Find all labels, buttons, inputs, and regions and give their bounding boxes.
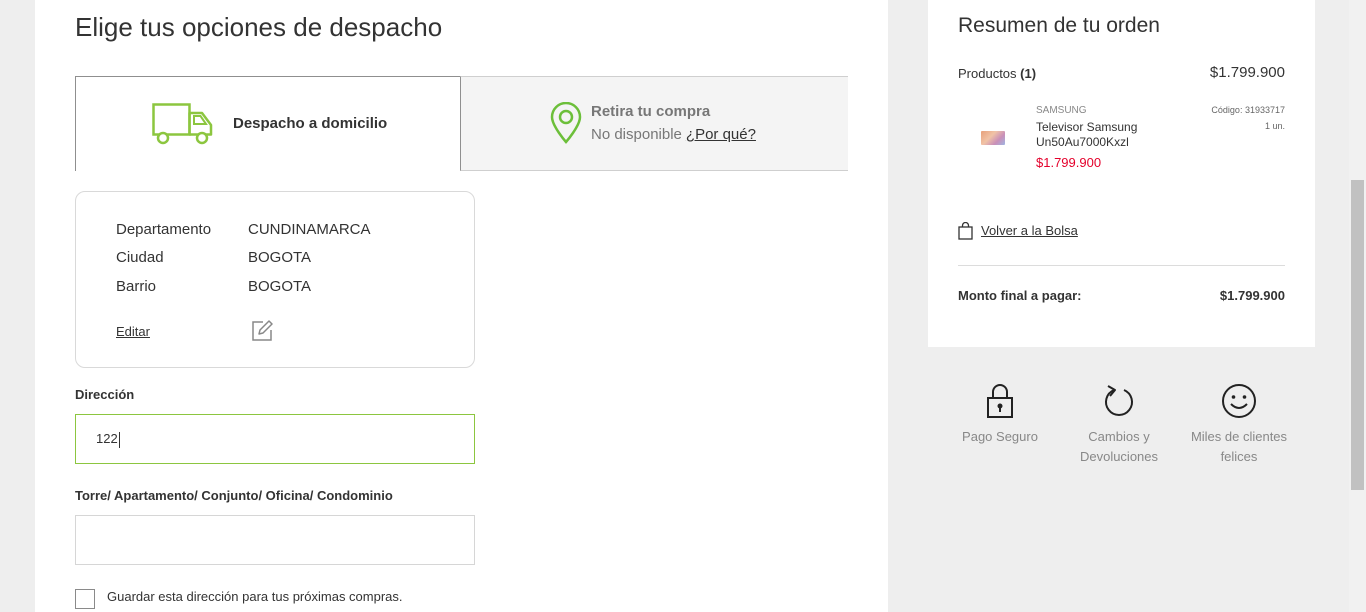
address-value: 122 xyxy=(96,431,118,446)
scrollbar-thumb[interactable] xyxy=(1351,180,1364,490)
final-amount-value: $1.799.900 xyxy=(1219,288,1285,303)
address-label: Dirección xyxy=(75,387,135,402)
summary-divider xyxy=(958,265,1285,266)
tower-input[interactable] xyxy=(75,515,475,565)
address-input[interactable]: 122 xyxy=(75,414,475,464)
edit-icon[interactable] xyxy=(251,320,273,347)
tab-home-delivery[interactable]: Despacho a domicilio xyxy=(75,76,461,171)
tab-pickup-label: Retira tu compra xyxy=(591,103,711,120)
location-key: Departamento xyxy=(116,221,212,238)
padlock-icon xyxy=(940,383,1060,419)
tab-home-label: Despacho a domicilio xyxy=(233,115,388,132)
benefit-label: Pago Seguro xyxy=(962,429,1038,444)
product-quantity: 1 un. xyxy=(1264,121,1285,131)
back-to-bag-link[interactable]: Volver a la Bolsa xyxy=(981,223,1078,238)
pickup-status: No disponible ¿Por qué? xyxy=(591,126,756,143)
tab-store-pickup[interactable]: Retira tu compra No disponible ¿Por qué? xyxy=(460,76,848,171)
map-pin-icon xyxy=(550,101,582,149)
benefit-label: Cambios y Devoluciones xyxy=(1079,429,1159,464)
benefit-secure-payment: Pago Seguro xyxy=(940,383,1060,447)
why-link[interactable]: ¿Por qué? xyxy=(686,126,756,143)
product-code: Código: 31933717 xyxy=(1211,105,1285,115)
product-price: $1.799.900 xyxy=(1036,155,1102,170)
summary-title: Resumen de tu orden xyxy=(958,14,1160,37)
product-thumbnail xyxy=(981,131,1005,145)
product-brand: SAMSUNG xyxy=(1036,105,1087,116)
order-summary: Resumen de tu orden Productos (1) $1.799… xyxy=(928,0,1315,347)
return-arrow-icon xyxy=(1059,383,1179,419)
pickup-status-text: No disponible xyxy=(591,126,682,143)
text-caret xyxy=(118,431,120,448)
truck-icon xyxy=(152,103,214,150)
save-address-checkbox[interactable] xyxy=(75,589,95,609)
benefit-happy-customers: Miles de clientes felices xyxy=(1179,383,1299,467)
final-amount-label: Monto final a pagar: xyxy=(958,288,1082,303)
benefit-returns: Cambios y Devoluciones xyxy=(1059,383,1179,467)
page-title: Elige tus opciones de despacho xyxy=(75,12,443,42)
edit-location-link[interactable]: Editar xyxy=(116,324,150,339)
location-value: CUNDINAMARCA xyxy=(248,221,371,238)
location-key: Ciudad xyxy=(116,249,164,266)
products-label: Productos (1) xyxy=(958,66,1036,81)
products-total: $1.799.900 xyxy=(1209,64,1285,81)
location-value: BOGOTA xyxy=(248,249,312,266)
products-label-text: Productos xyxy=(958,66,1017,81)
product-name: Televisor Samsung Un50Au7000Kxzl xyxy=(1036,120,1138,149)
location-value: BOGOTA xyxy=(248,278,312,295)
smiley-icon xyxy=(1179,383,1299,419)
location-key: Barrio xyxy=(116,278,157,295)
shopping-bag-icon xyxy=(958,221,973,245)
tower-label: Torre/ Apartamento/ Conjunto/ Oficina/ C… xyxy=(75,488,393,503)
shipping-options-panel: Elige tus opciones de despacho Despacho … xyxy=(35,0,888,612)
save-address-label[interactable]: Guardar esta dirección para tus próximas… xyxy=(107,589,403,604)
page-scrollbar[interactable] xyxy=(1349,0,1366,612)
location-card: Departamento CUNDINAMARCA Ciudad BOGOTA … xyxy=(75,191,475,368)
products-count: (1) xyxy=(1020,66,1037,81)
benefit-label: Miles de clientes felices xyxy=(1190,429,1288,464)
